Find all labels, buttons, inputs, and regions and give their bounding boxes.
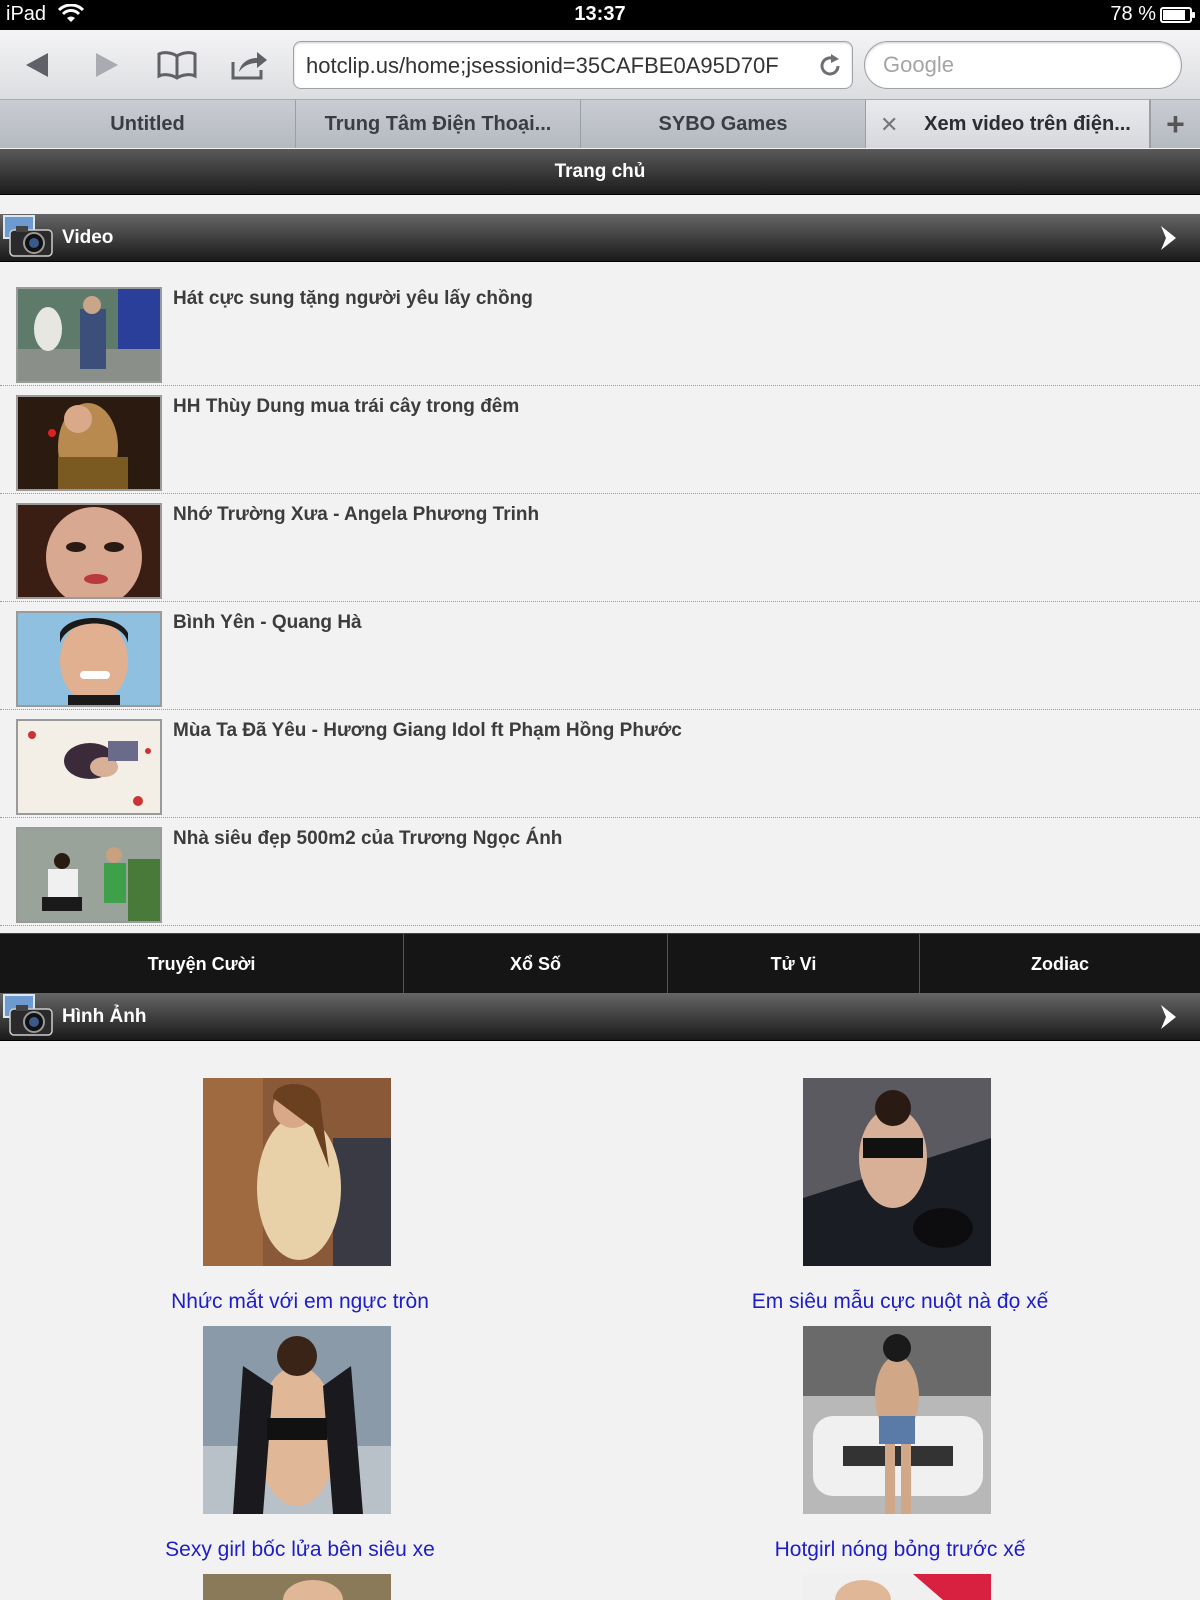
image-caption[interactable]: Hotgirl nóng bỏng trước xế xyxy=(600,1538,1200,1562)
category-xo-so[interactable]: Xổ Số xyxy=(404,934,668,994)
image-caption[interactable]: Nhức mắt với em ngực tròn xyxy=(0,1290,600,1314)
video-section-title: Video xyxy=(62,227,114,248)
tab-label: Trung Tâm Điện Thoại... xyxy=(324,112,552,135)
new-tab-button[interactable]: + xyxy=(1150,100,1200,148)
camera-icon xyxy=(3,215,53,257)
share-button[interactable] xyxy=(226,42,272,88)
video-title[interactable]: Bình Yên - Quang Hà xyxy=(173,612,362,634)
tab-bar: Untitled Trung Tâm Điện Thoại... SYBO Ga… xyxy=(0,100,1200,148)
image-caption[interactable]: Em siêu mẫu cực nuột nà đọ xế xyxy=(600,1290,1200,1314)
search-box[interactable] xyxy=(864,41,1182,89)
back-button[interactable] xyxy=(14,42,60,88)
video-thumbnail[interactable] xyxy=(16,719,162,815)
video-list: Hát cực sung tặng người yêu lấy chồng HH… xyxy=(0,278,1200,926)
address-bar[interactable]: hotclip.us/home;jsessionid=35CAFBE0A95D7… xyxy=(293,41,853,89)
image-section-header[interactable]: Hình Ảnh xyxy=(0,993,1200,1041)
tab-label: Untitled xyxy=(110,112,185,135)
video-item[interactable]: Bình Yên - Quang Hà xyxy=(0,602,1200,710)
video-title[interactable]: Hát cực sung tặng người yêu lấy chồng xyxy=(173,288,533,310)
reload-icon xyxy=(820,54,840,76)
chevron-right-icon[interactable] xyxy=(1156,1003,1180,1031)
page-title[interactable]: Trang chủ xyxy=(0,149,1200,195)
video-thumbnail[interactable] xyxy=(16,611,162,707)
image-section-title: Hình Ảnh xyxy=(62,1006,147,1027)
category-tu-vi[interactable]: Tử Vi xyxy=(668,934,920,994)
image-thumbnail[interactable] xyxy=(803,1326,991,1514)
image-caption[interactable]: Sexy girl bốc lửa bên siêu xe xyxy=(0,1538,600,1562)
tab-label: SYBO Games xyxy=(658,112,788,135)
category-nav: Truyện Cười Xổ Số Tử Vi Zodiac xyxy=(0,933,1200,994)
video-thumbnail[interactable] xyxy=(16,395,162,491)
battery-percentage: 78 % xyxy=(1110,3,1156,25)
video-item[interactable]: Nhà siêu đẹp 500m2 của Trương Ngọc Ánh xyxy=(0,818,1200,926)
image-thumbnail[interactable] xyxy=(803,1078,991,1266)
search-input[interactable] xyxy=(883,52,1163,78)
video-thumbnail[interactable] xyxy=(16,503,162,599)
tab-sybo-games[interactable]: SYBO Games xyxy=(581,100,866,148)
status-bar: iPad 13:37 78 % xyxy=(0,0,1200,30)
video-section-header[interactable]: Video xyxy=(0,214,1200,262)
video-item[interactable]: Mùa Ta Đã Yêu - Hương Giang Idol ft Phạm… xyxy=(0,710,1200,818)
video-item[interactable]: HH Thùy Dung mua trái cây trong đêm xyxy=(0,386,1200,494)
video-item[interactable]: Hát cực sung tặng người yêu lấy chồng xyxy=(0,278,1200,386)
image-thumbnail[interactable] xyxy=(203,1078,391,1266)
tab-xem-video[interactable]: ✕ Xem video trên điện... xyxy=(866,100,1150,148)
share-icon xyxy=(231,52,267,80)
category-truyen-cuoi[interactable]: Truyện Cười xyxy=(0,934,404,994)
tab-label: Xem video trên điện... xyxy=(924,112,1131,135)
image-thumbnail[interactable] xyxy=(803,1574,991,1600)
camera-icon xyxy=(3,994,53,1036)
browser-toolbar: hotclip.us/home;jsessionid=35CAFBE0A95D7… xyxy=(0,30,1200,100)
url-text: hotclip.us/home;jsessionid=35CAFBE0A95D7… xyxy=(306,53,779,78)
battery-icon xyxy=(1160,7,1195,23)
forward-arrow-icon xyxy=(96,53,118,77)
video-title[interactable]: Nhớ Trường Xưa - Angela Phương Trinh xyxy=(173,504,539,526)
image-thumbnail[interactable] xyxy=(203,1326,391,1514)
video-title[interactable]: HH Thùy Dung mua trái cây trong đêm xyxy=(173,396,519,418)
back-arrow-icon xyxy=(26,53,48,77)
battery-fill xyxy=(1163,10,1185,20)
close-tab-icon[interactable]: ✕ xyxy=(880,112,898,138)
book-icon xyxy=(157,51,197,80)
image-thumbnail[interactable] xyxy=(203,1574,391,1600)
tab-trung-tam-dien-thoai[interactable]: Trung Tâm Điện Thoại... xyxy=(296,100,581,148)
video-item[interactable]: Nhớ Trường Xưa - Angela Phương Trinh xyxy=(0,494,1200,602)
video-title[interactable]: Mùa Ta Đã Yêu - Hương Giang Idol ft Phạm… xyxy=(173,720,682,742)
tab-untitled[interactable]: Untitled xyxy=(0,100,296,148)
video-title[interactable]: Nhà siêu đẹp 500m2 của Trương Ngọc Ánh xyxy=(173,828,562,850)
video-thumbnail[interactable] xyxy=(16,827,162,923)
chevron-right-icon[interactable] xyxy=(1156,224,1180,252)
forward-button[interactable] xyxy=(84,42,130,88)
clock: 13:37 xyxy=(574,3,626,25)
bookmarks-button[interactable] xyxy=(154,42,200,88)
video-thumbnail[interactable] xyxy=(16,287,162,383)
reload-button[interactable] xyxy=(816,52,844,80)
category-zodiac[interactable]: Zodiac xyxy=(920,934,1200,994)
